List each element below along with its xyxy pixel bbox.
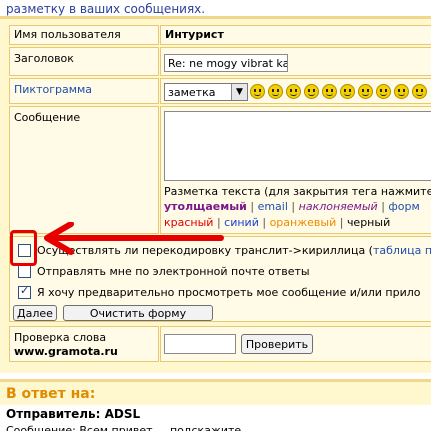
- subject-label-cell: Заголовок: [9, 47, 159, 76]
- markup-email-link[interactable]: email: [258, 200, 288, 213]
- markup-italic-link[interactable]: наклоняемый: [299, 200, 378, 213]
- icon-label-cell: Пиктограмма: [9, 78, 159, 104]
- message-value-cell: Разметка текста (для закрытия тега нажми…: [160, 106, 431, 234]
- markup-title: Разметка текста (для закрытия тега нажми…: [164, 185, 431, 198]
- icon-label[interactable]: Пиктограмма: [14, 83, 92, 97]
- subject-label: Заголовок: [14, 52, 74, 65]
- message-label: Сообщение: [14, 111, 81, 124]
- icon-select[interactable]: заметка ▼: [164, 83, 248, 101]
- transliteration-table-link[interactable]: таблица п: [373, 244, 431, 257]
- markup-orange-link[interactable]: оранжевый: [270, 216, 337, 229]
- username-label-cell: Имя пользователя: [9, 25, 159, 45]
- email-replies-label: Отправлять мне по электронной почте отве…: [37, 265, 310, 278]
- preview-checkbox[interactable]: [18, 284, 31, 299]
- username-value-cell: Интурист: [160, 25, 431, 45]
- spellcheck-value-cell: Проверить: [160, 326, 431, 362]
- email-replies-checkbox[interactable]: [18, 265, 31, 278]
- smiley-icon[interactable]: [376, 84, 391, 99]
- annotation-highlight-box: [10, 230, 37, 266]
- preview-label: Я хочу предварительно просмотреть мое со…: [37, 286, 421, 299]
- reply-title: В ответ на:: [6, 386, 96, 402]
- icon-value-cell: заметка ▼: [160, 78, 431, 104]
- chevron-down-icon[interactable]: ▼: [231, 84, 247, 100]
- markup-format-link[interactable]: форм: [388, 200, 419, 213]
- icon-select-value: заметка: [168, 85, 216, 99]
- top-note: разметку в ваших сообщениях.: [6, 2, 206, 16]
- smiley-icon[interactable]: [322, 84, 337, 99]
- message-textarea[interactable]: [164, 111, 431, 181]
- markup-black-link[interactable]: черный: [347, 216, 390, 229]
- smiley-icon[interactable]: [394, 84, 409, 99]
- markup-blue-link[interactable]: синий: [224, 216, 259, 229]
- markup-bold-link[interactable]: утолщаемый: [164, 200, 247, 213]
- message-label-cell: Сообщение: [9, 106, 159, 234]
- username-value: Интурист: [165, 28, 224, 41]
- markup-styles: утолщаемый | email | наклоняемый | форм: [164, 200, 420, 213]
- smiley-icon[interactable]: [286, 84, 301, 99]
- smiley-icon[interactable]: [412, 84, 427, 99]
- spellcheck-label-cell: Проверка слова www.gramota.ru: [9, 326, 159, 362]
- spellcheck-label: Проверка слова: [14, 331, 107, 344]
- smiley-icon[interactable]: [268, 84, 283, 99]
- smiley-icon[interactable]: [304, 84, 319, 99]
- spellcheck-button[interactable]: Проверить: [241, 334, 313, 354]
- annotation-arrow-icon: [44, 222, 224, 255]
- spellcheck-site: www.gramota.ru: [14, 345, 118, 358]
- post-form: Имя пользователя Интурист Заголовок Re: …: [0, 19, 431, 373]
- clear-form-button[interactable]: Очистить форму: [63, 305, 213, 321]
- reply-sender: Отправитель: ADSL: [6, 407, 141, 421]
- username-label: Имя пользователя: [14, 28, 121, 41]
- reply-header: В ответ на:: [0, 379, 431, 405]
- reply-message-cut: Сообщение: Всем привет ... подскажите ..…: [6, 424, 256, 431]
- subject-value-cell: Re: ne mogy vibrat ka: [160, 47, 431, 76]
- smiley-icon[interactable]: [358, 84, 373, 99]
- subject-input[interactable]: Re: ne mogy vibrat ka: [164, 54, 288, 72]
- smiley-icon[interactable]: [340, 84, 355, 99]
- next-button[interactable]: Далее: [13, 305, 57, 321]
- smiley-icon[interactable]: [250, 84, 265, 99]
- spellcheck-input[interactable]: [164, 334, 236, 354]
